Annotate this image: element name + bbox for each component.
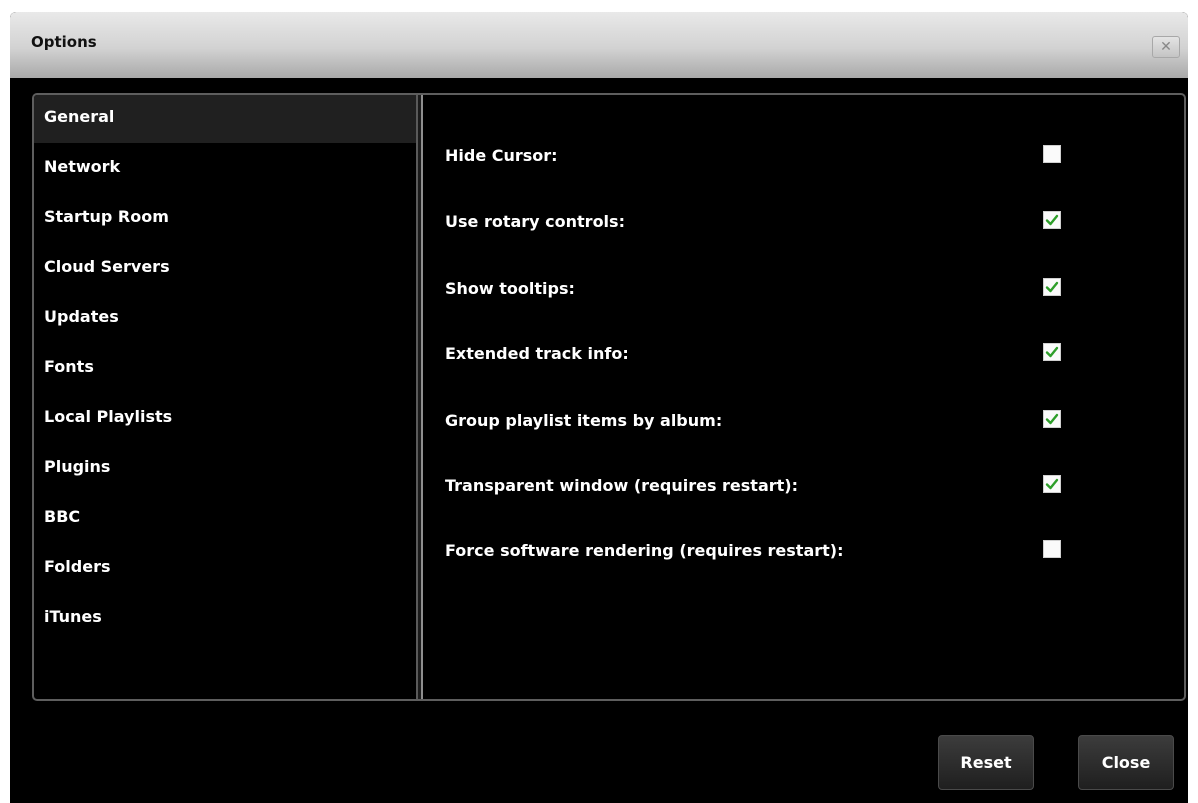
title-bar[interactable]: Options ✕ bbox=[10, 12, 1188, 78]
sidebar-item-fonts[interactable]: Fonts bbox=[34, 345, 416, 393]
setting-row-extended-track-info: Extended track info: bbox=[423, 330, 1184, 380]
sidebar-item-local-playlists[interactable]: Local Playlists bbox=[34, 395, 416, 443]
sidebar-item-label: iTunes bbox=[44, 607, 102, 626]
setting-row-group-playlist-items: Group playlist items by album: bbox=[423, 397, 1184, 447]
extended-track-info-checkbox[interactable] bbox=[1043, 343, 1061, 361]
sidebar-item-label: Fonts bbox=[44, 357, 94, 376]
reset-button[interactable]: Reset bbox=[938, 735, 1034, 790]
sidebar-item-label: BBC bbox=[44, 507, 81, 526]
transparent-window-checkbox[interactable] bbox=[1043, 475, 1061, 493]
sidebar-item-general[interactable]: General bbox=[34, 95, 416, 143]
sidebar-item-network[interactable]: Network bbox=[34, 145, 416, 193]
use-rotary-controls-checkbox[interactable] bbox=[1043, 211, 1061, 229]
checkmark-icon bbox=[1045, 214, 1059, 226]
close-window-icon[interactable]: ✕ bbox=[1152, 36, 1180, 58]
options-dialog: Options ✕ General Network Startup Room C… bbox=[10, 12, 1188, 803]
checkmark-icon bbox=[1045, 346, 1059, 358]
sidebar-item-label: Updates bbox=[44, 307, 119, 326]
setting-row-transparent-window: Transparent window (requires restart): bbox=[423, 462, 1184, 512]
setting-row-hide-cursor: Hide Cursor: bbox=[423, 132, 1184, 182]
sidebar-item-label: Startup Room bbox=[44, 207, 169, 226]
force-software-rendering-checkbox[interactable] bbox=[1043, 540, 1061, 558]
show-tooltips-checkbox[interactable] bbox=[1043, 278, 1061, 296]
close-button[interactable]: Close bbox=[1078, 735, 1174, 790]
sidebar-item-folders[interactable]: Folders bbox=[34, 545, 416, 593]
sidebar-item-startup-room[interactable]: Startup Room bbox=[34, 195, 416, 243]
setting-label: Force software rendering (requires resta… bbox=[445, 541, 844, 560]
sidebar-item-plugins[interactable]: Plugins bbox=[34, 445, 416, 493]
checkmark-icon bbox=[1045, 478, 1059, 490]
sidebar-item-label: Plugins bbox=[44, 457, 111, 476]
checkmark-icon bbox=[1045, 281, 1059, 293]
setting-label: Use rotary controls: bbox=[445, 212, 625, 231]
checkmark-icon bbox=[1045, 413, 1059, 425]
setting-row-show-tooltips: Show tooltips: bbox=[423, 265, 1184, 315]
setting-label: Group playlist items by album: bbox=[445, 411, 723, 430]
sidebar-item-label: Local Playlists bbox=[44, 407, 173, 426]
group-playlist-items-checkbox[interactable] bbox=[1043, 410, 1061, 428]
setting-label: Hide Cursor: bbox=[445, 146, 558, 165]
options-panel: General Network Startup Room Cloud Serve… bbox=[32, 93, 1186, 701]
dialog-title: Options bbox=[31, 33, 97, 51]
sidebar-item-itunes[interactable]: iTunes bbox=[34, 595, 416, 643]
sidebar-item-label: Network bbox=[44, 157, 121, 176]
category-sidebar: General Network Startup Room Cloud Serve… bbox=[34, 95, 416, 699]
sidebar-item-bbc[interactable]: BBC bbox=[34, 495, 416, 543]
sidebar-item-label: General bbox=[44, 107, 115, 126]
sidebar-item-label: Cloud Servers bbox=[44, 257, 170, 276]
sidebar-item-label: Folders bbox=[44, 557, 111, 576]
hide-cursor-checkbox[interactable] bbox=[1043, 145, 1061, 163]
setting-row-force-software-rendering: Force software rendering (requires resta… bbox=[423, 527, 1184, 577]
setting-label: Show tooltips: bbox=[445, 279, 575, 298]
sidebar-item-updates[interactable]: Updates bbox=[34, 295, 416, 343]
setting-row-use-rotary-controls: Use rotary controls: bbox=[423, 198, 1184, 248]
setting-label: Transparent window (requires restart): bbox=[445, 476, 798, 495]
general-settings: Hide Cursor: Use rotary controls: Show t… bbox=[423, 95, 1184, 699]
setting-label: Extended track info: bbox=[445, 344, 629, 363]
sidebar-item-cloud-servers[interactable]: Cloud Servers bbox=[34, 245, 416, 293]
